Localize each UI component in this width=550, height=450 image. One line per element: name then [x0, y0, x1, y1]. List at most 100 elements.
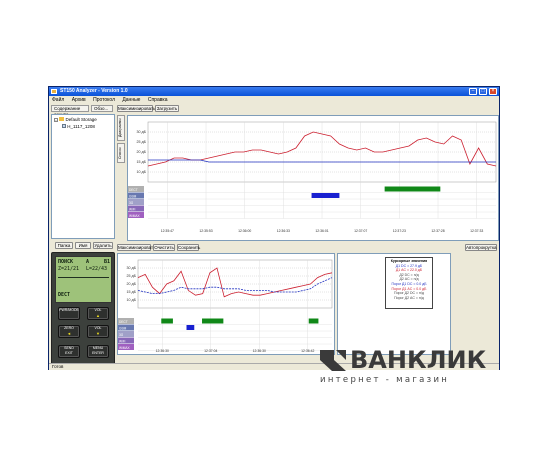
x-tick-label: 12:37:28: [431, 229, 444, 233]
lcd-bar: [58, 275, 109, 278]
app-window: ST150 Analyzer - Version 1.0 – □ × Файл …: [48, 86, 500, 370]
channel-label: 3G: [129, 201, 134, 205]
lcd-z: Z=21/21: [58, 266, 80, 272]
lcd-l: L=22/43: [86, 266, 108, 272]
main-area: Максимизировать Загрузить Диаграммы Спис…: [117, 105, 499, 371]
menu-bar: Файл Архив Протокол Данные Справка: [49, 96, 499, 104]
load-button[interactable]: Загрузить: [155, 105, 179, 112]
x-tick-label: 12:37:07: [354, 229, 367, 233]
autoscroll-button[interactable]: Автопрокрутка: [465, 244, 497, 251]
x-tick-label: 12:36:30: [253, 349, 266, 353]
device-lcd: ПОИСК А В1 Z=21/21 L=22/43 DECT: [55, 256, 112, 303]
channel-label: DECT: [129, 188, 138, 192]
bottom-chart: 30 дБ 25 дБ 20 дБ 15 дБ 10 дБ DECT GSM 3G WiFi W…: [117, 253, 335, 355]
watermark-brand: ВАНКЛИК: [350, 346, 487, 374]
file-icon: [62, 124, 66, 128]
lcd-dect: DECT: [58, 292, 71, 298]
channel-label: WiMAX: [119, 346, 130, 350]
y-tick-label: 25 дБ: [137, 140, 147, 144]
bottom-chart-x-ticks: 12:36:30 12:37:04 12:36:30 12:36:42: [156, 349, 315, 353]
vol-down-button[interactable]: VOL ▼: [87, 325, 109, 338]
event-bar: [384, 186, 441, 192]
close-button[interactable]: ×: [489, 88, 497, 95]
legend-line: Порог Д2 AC = н/д: [394, 295, 424, 300]
event-bar: [186, 325, 195, 330]
vol-up-button[interactable]: VOL ▲: [87, 307, 109, 320]
channel-label: GSM: [119, 327, 127, 331]
tree-item[interactable]: H_1117_1208: [62, 124, 95, 129]
x-tick-label: 12:36:33: [277, 229, 290, 233]
archive-tree: − Default Storage H_1117_1208: [51, 114, 115, 239]
tree-root-label: Default Storage: [65, 117, 97, 122]
folder-button[interactable]: Папка: [55, 242, 73, 249]
top-chart: 30 дБ 25 дБ 20 дБ 15 дБ 10 дБ DECT GSM 3G WiFi W…: [127, 115, 499, 241]
watermark-subtitle: интернет - магазин: [320, 375, 450, 385]
minimize-button[interactable]: –: [469, 88, 477, 95]
zero-button[interactable]: ZERO ◄: [58, 325, 80, 338]
tree-item-label: H_1117_1208: [67, 124, 95, 129]
lcd-mid: А: [86, 259, 90, 265]
x-tick-label: 12:36:30: [156, 349, 169, 353]
vanklik-logo-icon: [320, 350, 346, 371]
channel-label: GSM: [129, 195, 137, 199]
save-button[interactable]: Сохранить: [177, 244, 200, 251]
bottom-dc-line: [137, 267, 333, 298]
top-chart-x-ticks: 12:35:47 12:35:53 12:36:00 12:36:33 12:36:01…: [161, 229, 484, 233]
top-channel-lanes: DECT GSM 3G WiFi WiMAX: [128, 186, 496, 219]
event-bar: [308, 318, 319, 324]
send-button[interactable]: SEND EXIT: [58, 345, 80, 358]
expand-icon[interactable]: −: [54, 118, 58, 122]
menu-button[interactable]: MENU ENTER: [87, 345, 109, 358]
channel-label: DECT: [119, 320, 128, 324]
x-tick-label: 12:37:33: [470, 229, 483, 233]
event-bar: [202, 318, 224, 324]
left-panel: Содержание архива Обзо... − Default Stor…: [51, 105, 115, 371]
tree-root[interactable]: − Default Storage: [54, 117, 97, 122]
menu-help[interactable]: Справка: [145, 96, 171, 104]
event-bar: [161, 318, 173, 324]
menu-protocol[interactable]: Протокол: [90, 96, 118, 104]
top-maximize-button[interactable]: Максимизировать: [117, 105, 155, 112]
watermark: ВАНКЛИК интернет - магазин: [318, 346, 518, 388]
arrow-down-icon: ▼: [96, 331, 100, 336]
menu-file[interactable]: Файл: [49, 96, 67, 104]
x-tick-label: 12:37:04: [204, 349, 217, 353]
legend-title: Курсорные значения: [390, 259, 428, 263]
y-tick-label: 15 дБ: [137, 160, 147, 164]
y-tick-label: 20 дБ: [127, 282, 137, 286]
window-title: ST150 Analyzer - Version 1.0: [60, 88, 128, 94]
arrow-left-icon: ◄: [67, 331, 71, 336]
menu-data[interactable]: Данные: [119, 96, 143, 104]
legend-line: Порог Д1 DC = 0.0 дБ: [391, 281, 427, 286]
y-tick-label: 30 дБ: [127, 266, 137, 270]
tab-diagrams[interactable]: Диаграммы: [117, 115, 125, 141]
x-tick-label: 12:36:42: [301, 349, 314, 353]
y-tick-label: 25 дБ: [127, 274, 137, 278]
y-tick-label: 30 дБ: [137, 130, 147, 134]
maximize-button[interactable]: □: [479, 88, 487, 95]
clear-button[interactable]: Очистить: [153, 244, 175, 251]
top-chart-grid: [147, 121, 497, 219]
lcd-right: В1: [104, 259, 111, 265]
channel-label: WiFi: [129, 208, 136, 212]
channel-label: 3G: [119, 333, 124, 337]
y-tick-label: 15 дБ: [127, 290, 137, 294]
tab-archive[interactable]: Содержание архива: [51, 105, 89, 117]
pwr-mode-button[interactable]: PWR/MODE: [58, 307, 80, 320]
arrow-up-icon: ▲: [96, 313, 100, 318]
name-button[interactable]: Имя: [75, 242, 91, 249]
tab-review[interactable]: Обзо...: [91, 105, 113, 112]
channel-label: WiFi: [119, 340, 126, 344]
device-panel: ПОИСК А В1 Z=21/21 L=22/43 DECT PWR/MODE…: [51, 252, 115, 366]
delete-button[interactable]: Удалить: [93, 242, 113, 249]
x-tick-label: 12:36:01: [315, 229, 328, 233]
app-icon: [51, 89, 57, 94]
cursor-values-legend: Курсорные значения Д1 DC = 27.9 дБ Д1 AC…: [385, 257, 433, 309]
bottom-maximize-button[interactable]: Максимизировать: [117, 244, 155, 251]
menu-archive[interactable]: Архив: [69, 96, 89, 104]
bottom-chart-grid: [137, 259, 333, 351]
lcd-mode: ПОИСК: [58, 259, 74, 265]
top-events: [311, 186, 441, 198]
tab-list[interactable]: Список: [117, 143, 125, 163]
y-tick-label: 20 дБ: [137, 150, 147, 154]
